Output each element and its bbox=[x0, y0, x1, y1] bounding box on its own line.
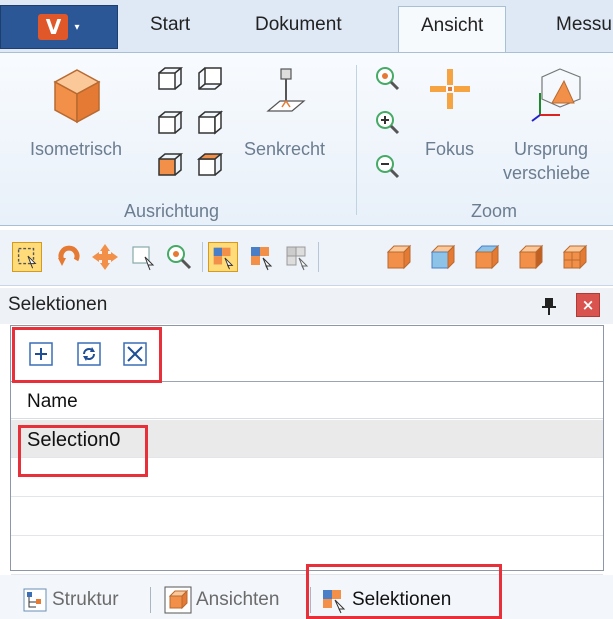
cube-back-icon[interactable] bbox=[428, 242, 458, 272]
bottom-tab-bar: Struktur Ansichten Selektionen bbox=[0, 575, 613, 619]
isometric-label: Isometrisch bbox=[30, 139, 123, 159]
refresh-selection-icon[interactable] bbox=[77, 342, 101, 366]
list-item[interactable]: Selection0 bbox=[11, 420, 603, 458]
tab-start[interactable]: Start bbox=[150, 14, 190, 36]
tab-messung[interactable]: Messu bbox=[556, 14, 612, 36]
pane-title: Selektionen bbox=[8, 294, 108, 315]
tab-struktur-label: Struktur bbox=[52, 589, 119, 610]
tab-struktur[interactable]: Struktur bbox=[22, 585, 119, 615]
tab-ansichten[interactable]: Ansichten bbox=[164, 585, 279, 615]
cube-top-icon[interactable] bbox=[560, 242, 590, 272]
ribbon-panel: Isometrisch Senkrecht Ausrichtung Fokus … bbox=[0, 52, 613, 226]
move-origin-button[interactable]: Ursprung verschiebe bbox=[500, 53, 613, 193]
right-view-icon[interactable] bbox=[196, 109, 224, 137]
app-menu-button[interactable]: V ▾ bbox=[0, 5, 118, 49]
isometric-button[interactable]: Isometrisch bbox=[0, 53, 150, 193]
move-origin-label-line1: Ursprung bbox=[514, 139, 589, 159]
tab-separator bbox=[150, 587, 151, 613]
cube-front-icon[interactable] bbox=[384, 242, 414, 272]
move-origin-label-line2: verschiebe bbox=[503, 163, 591, 183]
close-pane-button[interactable]: × bbox=[576, 293, 600, 317]
chevron-down-icon: ▾ bbox=[74, 21, 80, 33]
list-item bbox=[11, 459, 603, 497]
left-view-icon[interactable] bbox=[156, 109, 184, 137]
selections-pane-header: Selektionen × bbox=[0, 288, 613, 324]
list-item-label: Selection0 bbox=[27, 429, 121, 451]
focus-label: Fokus bbox=[425, 139, 475, 159]
focus-crosshair-icon bbox=[430, 69, 470, 109]
view-toolbar bbox=[0, 230, 613, 286]
tab-separator bbox=[310, 587, 311, 613]
select-icon[interactable] bbox=[128, 242, 158, 272]
perpendicular-button[interactable]: Senkrecht bbox=[236, 53, 352, 193]
selections-pane-body: Name Selection0 bbox=[10, 325, 604, 575]
cube-right-icon[interactable] bbox=[516, 242, 546, 272]
ribbon-tab-strip: V ▾ Start Dokument Ansicht Messu bbox=[0, 0, 613, 53]
toolbar-separator bbox=[202, 242, 203, 272]
tab-ansichten-label: Ansichten bbox=[196, 589, 280, 610]
tab-ansicht[interactable]: Ansicht bbox=[398, 6, 507, 53]
column-header-label: Name bbox=[27, 391, 78, 412]
group-label-ausrichtung: Ausrichtung bbox=[124, 201, 220, 221]
list-item bbox=[11, 537, 603, 575]
selections-toolbar bbox=[11, 326, 603, 382]
perpendicular-icon bbox=[266, 68, 306, 112]
delete-selection-icon[interactable] bbox=[123, 342, 147, 366]
list-item bbox=[11, 498, 603, 536]
select-remove-icon[interactable] bbox=[282, 242, 312, 272]
toolbar-separator bbox=[318, 242, 319, 272]
bottom-view-icon[interactable] bbox=[196, 151, 224, 179]
focus-button[interactable]: Fokus bbox=[410, 53, 490, 193]
structure-tree-icon bbox=[23, 588, 47, 612]
tab-dokument[interactable]: Dokument bbox=[255, 14, 342, 36]
cube-left-icon[interactable] bbox=[472, 242, 502, 272]
app-logo: V bbox=[38, 14, 69, 40]
perpendicular-label: Senkrecht bbox=[244, 139, 326, 159]
add-selection-icon[interactable] bbox=[29, 342, 53, 366]
zoom-out-icon[interactable] bbox=[374, 153, 400, 179]
zoom-icon[interactable] bbox=[164, 242, 194, 272]
select-parts-icon[interactable] bbox=[208, 242, 238, 272]
front-view-icon[interactable] bbox=[156, 65, 184, 93]
pin-icon[interactable] bbox=[540, 296, 558, 316]
selection-parts-icon bbox=[323, 590, 346, 614]
select-area-icon[interactable] bbox=[12, 242, 42, 272]
isometric-cube-icon bbox=[53, 69, 101, 124]
pan-icon[interactable] bbox=[90, 242, 120, 272]
zoom-in-icon[interactable] bbox=[374, 109, 400, 135]
column-header-name[interactable]: Name bbox=[11, 383, 603, 419]
top-view-icon[interactable] bbox=[156, 151, 184, 179]
zoom-fit-icon[interactable] bbox=[374, 65, 400, 91]
tab-selektionen-label: Selektionen bbox=[352, 589, 452, 610]
select-add-icon[interactable] bbox=[246, 242, 276, 272]
origin-axes-icon bbox=[531, 68, 581, 122]
back-view-icon[interactable] bbox=[196, 65, 224, 93]
group-label-zoom: Zoom bbox=[471, 201, 518, 221]
views-cube-icon bbox=[164, 586, 192, 614]
rotate-icon[interactable] bbox=[54, 242, 84, 272]
group-separator bbox=[356, 65, 357, 215]
tab-selektionen[interactable]: Selektionen bbox=[320, 585, 451, 615]
